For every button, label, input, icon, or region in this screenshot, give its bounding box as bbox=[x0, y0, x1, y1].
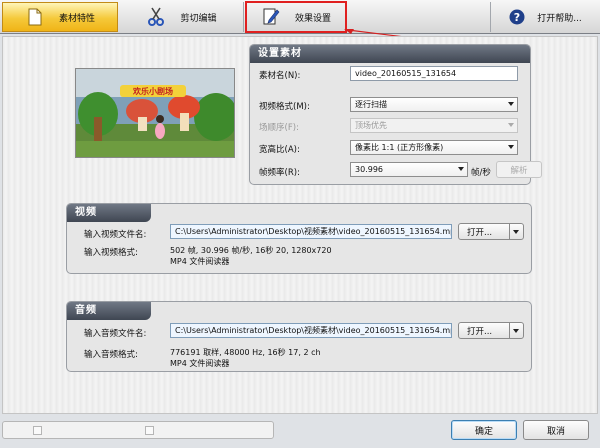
audio-file-input[interactable]: C:\Users\Administrator\Desktop\视频素材\vide… bbox=[170, 323, 452, 338]
video-file-label: 输入视频文件名: bbox=[84, 230, 147, 240]
options-panel bbox=[2, 421, 274, 439]
video-panel-title: 视频 bbox=[67, 204, 151, 222]
scan-format-select[interactable]: 逐行扫描 bbox=[350, 97, 518, 112]
tab-effects-label: 效果设置 bbox=[294, 13, 331, 24]
chevron-down-icon bbox=[508, 123, 514, 127]
settings-panel-title: 设置素材 bbox=[250, 45, 530, 63]
audio-format-line1: 776191 取样, 48000 Hz, 16秒 17, 2 ch bbox=[170, 348, 321, 357]
scissors-icon bbox=[146, 7, 166, 27]
document-icon bbox=[25, 7, 45, 27]
field-order-value: 顶场优先 bbox=[355, 121, 387, 130]
parse-button[interactable]: 解析 bbox=[496, 161, 542, 178]
frame-rate-unit: 帧/秒 bbox=[471, 168, 491, 178]
aspect-ratio-select[interactable]: 像素比 1:1 (正方形像素) bbox=[350, 140, 518, 155]
clip-name-label: 素材名(N): bbox=[259, 71, 301, 81]
aspect-ratio-label: 宽高比(A): bbox=[259, 145, 300, 155]
chevron-down-icon bbox=[513, 230, 519, 234]
help-icon: ? bbox=[507, 7, 527, 27]
tab-material-properties[interactable]: 素材特性 bbox=[2, 2, 118, 32]
audio-format-label: 输入音频格式: bbox=[84, 350, 138, 360]
option-checkbox-2[interactable] bbox=[145, 426, 154, 435]
chevron-down-icon bbox=[458, 167, 464, 171]
audio-open-button[interactable]: 打开... bbox=[458, 322, 524, 339]
toolbar: 素材特性 剪切编辑 效果设置 ? 打开帮助... bbox=[0, 0, 600, 34]
tab-material-label: 素材特性 bbox=[58, 13, 95, 24]
help-button[interactable]: ? 打开帮助... bbox=[490, 2, 598, 32]
audio-open-label: 打开... bbox=[467, 326, 493, 337]
cancel-button[interactable]: 取消 bbox=[523, 420, 589, 440]
edit-document-icon bbox=[261, 7, 281, 27]
tab-effects-settings[interactable]: 效果设置 bbox=[245, 1, 347, 33]
video-file-input[interactable]: C:\Users\Administrator\Desktop\视频素材\vide… bbox=[170, 224, 452, 239]
field-order-label: 场顺序(F): bbox=[259, 123, 299, 133]
chevron-down-icon bbox=[508, 102, 514, 106]
tab-cut-edit[interactable]: 剪切编辑 bbox=[120, 2, 244, 32]
scan-format-value: 逐行扫描 bbox=[355, 100, 387, 109]
aspect-ratio-value: 像素比 1:1 (正方形像素) bbox=[355, 143, 444, 152]
scan-format-label: 视频格式(M): bbox=[259, 102, 310, 112]
video-format-line2: MP4 文件阅读器 bbox=[170, 257, 230, 266]
help-label: 打开帮助... bbox=[537, 13, 582, 24]
video-open-button[interactable]: 打开... bbox=[458, 223, 524, 240]
frame-rate-value: 30.996 bbox=[355, 165, 383, 174]
thumbnail-sign-text: 欢乐小剧场 bbox=[132, 86, 173, 96]
video-format-line1: 502 帧, 30.996 帧/秒, 16秒 20, 1280x720 bbox=[170, 246, 332, 255]
frame-rate-select[interactable]: 30.996 bbox=[350, 162, 468, 177]
audio-panel-title: 音频 bbox=[67, 302, 151, 320]
chevron-down-icon bbox=[513, 329, 519, 333]
option-checkbox-1[interactable] bbox=[33, 426, 42, 435]
video-thumbnail: 欢乐小剧场 bbox=[75, 68, 235, 158]
ok-button[interactable]: 确定 bbox=[451, 420, 517, 440]
video-open-label: 打开... bbox=[467, 227, 493, 238]
tab-cut-label: 剪切编辑 bbox=[180, 13, 217, 24]
frame-rate-label: 帧频率(R): bbox=[259, 168, 300, 178]
video-format-label: 输入视频格式: bbox=[84, 248, 138, 258]
clip-name-input[interactable]: video_20160515_131654 bbox=[350, 66, 518, 81]
field-order-select: 顶场优先 bbox=[350, 118, 518, 133]
audio-file-label: 输入音频文件名: bbox=[84, 329, 147, 339]
svg-text:?: ? bbox=[514, 11, 520, 24]
chevron-down-icon bbox=[508, 145, 514, 149]
audio-format-line2: MP4 文件阅读器 bbox=[170, 359, 230, 368]
